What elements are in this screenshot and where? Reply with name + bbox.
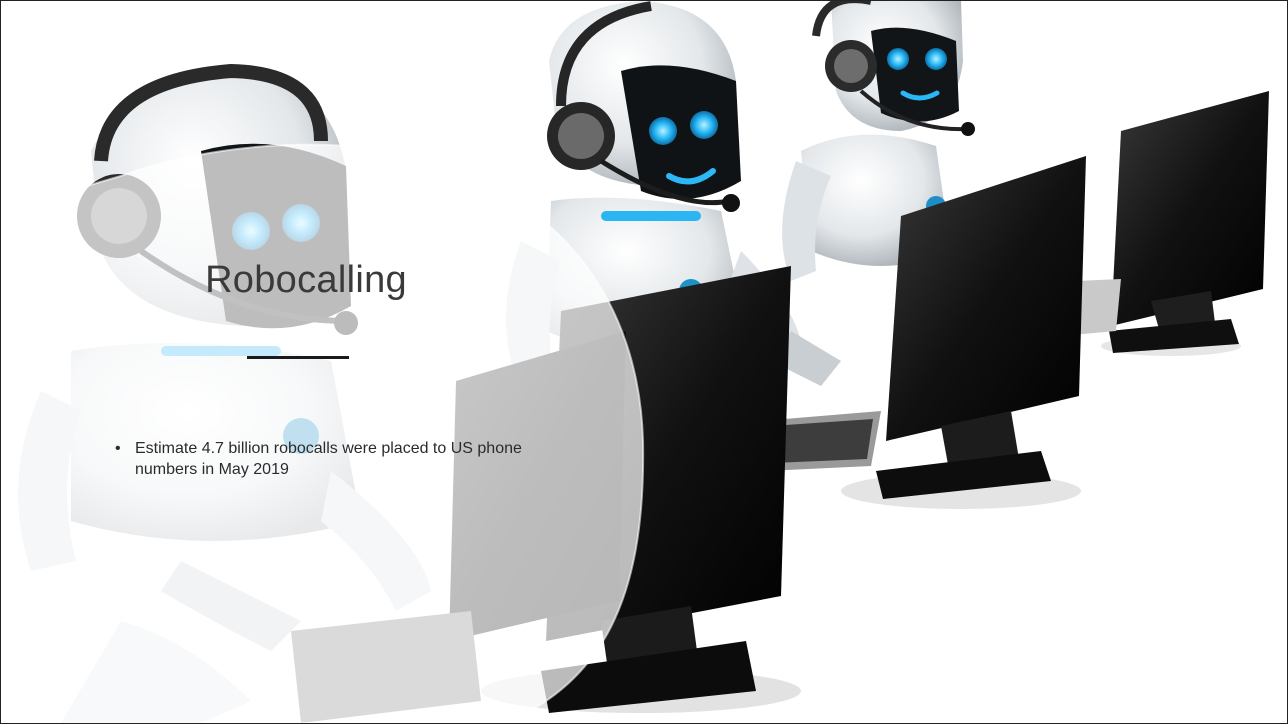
robot-call-center-image	[18, 1, 1269, 723]
title-underline	[247, 356, 349, 359]
bullet-item: • Estimate 4.7 billion robocalls were pl…	[115, 438, 555, 480]
bullet-marker: •	[115, 440, 121, 457]
monitor-far-right	[1061, 91, 1269, 353]
slide-title: Robocalling	[205, 259, 407, 301]
bullet-text: Estimate 4.7 billion robocalls were plac…	[135, 440, 522, 478]
bullet-list: • Estimate 4.7 billion robocalls were pl…	[115, 438, 555, 480]
slide: Robocalling • Estimate 4.7 billion roboc…	[0, 0, 1288, 724]
